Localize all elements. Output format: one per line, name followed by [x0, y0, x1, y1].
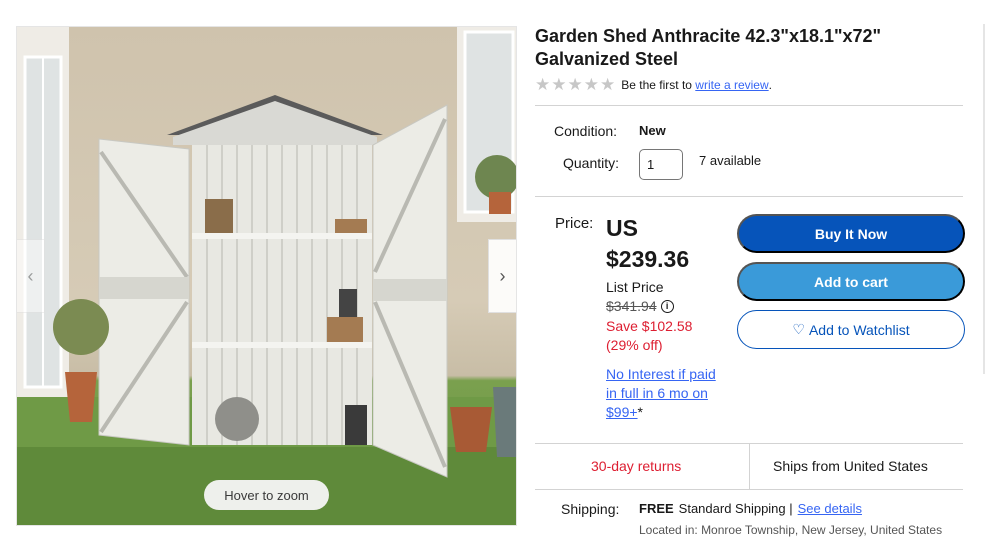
star-icon: ★ [583, 75, 599, 94]
located-label: Located in: [639, 523, 698, 537]
finance-asterisk: * [637, 404, 643, 420]
list-price-label: List Price [606, 279, 664, 295]
savings: Save $102.58 (29% off) [606, 317, 726, 355]
list-price-row: $341.94 i [606, 298, 674, 314]
divider [535, 489, 963, 490]
chevron-left-icon: ‹ [27, 265, 34, 286]
price-label: Price: [555, 215, 594, 232]
product-image [17, 27, 516, 525]
review-prompt: Be the first to [621, 77, 692, 92]
product-image-gallery[interactable]: ‹ › Hover to zoom [16, 26, 517, 526]
price-amount: $239.36 [606, 246, 690, 272]
write-review-link[interactable]: write a review [695, 78, 768, 92]
product-title: Garden Shed Anthracite 42.3"x18.1"x72" G… [535, 26, 882, 69]
condition-value: New [639, 123, 666, 138]
shipping-label: Shipping: [561, 501, 620, 517]
vertical-divider [749, 444, 750, 489]
buy-it-now-button[interactable]: Buy It Now [737, 214, 965, 253]
watchlist-label: Add to Watchlist [808, 321, 910, 338]
located-value: Monroe Township, New Jersey, United Stat… [701, 523, 943, 537]
info-icon[interactable]: i [660, 299, 674, 313]
divider [535, 105, 963, 106]
add-to-cart-button[interactable]: Add to cart [737, 262, 965, 301]
gallery-prev-button[interactable]: ‹ [17, 239, 45, 313]
divider [535, 196, 963, 197]
condition-label: Condition: [554, 123, 618, 139]
star-icon: ★ [600, 75, 616, 94]
shipping-method: Standard Shipping | [678, 501, 793, 516]
gallery-next-button[interactable]: › [488, 239, 516, 313]
add-to-watchlist-button[interactable]: ♡ Add to Watchlist [737, 310, 965, 349]
ships-from: Ships from United States [773, 458, 928, 474]
save-amount: Save $102.58 [606, 318, 693, 334]
item-location: Located in: Monroe Township, New Jersey,… [639, 522, 949, 538]
shipping-free: FREE [639, 501, 674, 516]
save-percent: (29% off) [606, 337, 663, 353]
shipping-details: FREE Standard Shipping | See details [639, 501, 862, 516]
returns-policy[interactable]: 30-day returns [591, 458, 681, 474]
rating-row: ★ ★ ★ ★ ★ Be the first to write a review… [535, 76, 772, 93]
quantity-input[interactable] [639, 149, 683, 180]
financing-offer: No Interest if paid in full in 6 mo on $… [606, 365, 716, 422]
heart-icon: ♡ [792, 321, 805, 337]
list-price-value: $341.94 [606, 298, 657, 314]
see-details-link[interactable]: See details [798, 501, 862, 516]
price-currency: US [606, 215, 638, 241]
quantity-label: Quantity: [563, 155, 620, 171]
hover-to-zoom-pill: Hover to zoom [204, 480, 329, 510]
no-interest-link[interactable]: No Interest if paid in full in 6 mo on $… [606, 366, 716, 420]
review-suffix: . [768, 77, 772, 92]
available-count: 7 available [699, 153, 762, 168]
star-rating: ★ ★ ★ ★ ★ [535, 76, 615, 93]
star-icon: ★ [567, 75, 583, 94]
star-icon: ★ [551, 75, 567, 94]
star-icon: ★ [535, 75, 551, 94]
chevron-right-icon: › [499, 265, 506, 286]
